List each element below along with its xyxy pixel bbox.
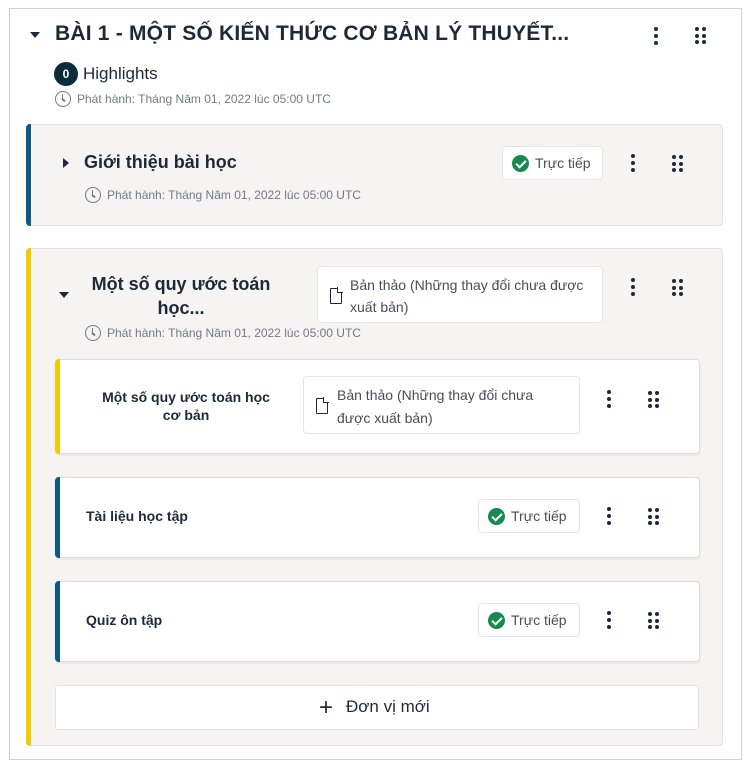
check-circle-icon — [512, 155, 529, 172]
section-more-icon[interactable] — [654, 27, 658, 45]
expand-caret-icon[interactable] — [63, 158, 69, 168]
new-unit-button[interactable]: + Đơn vị mới — [55, 685, 699, 730]
new-unit-label: Đơn vị mới — [346, 697, 430, 716]
draft-status-badge: Bản thảo (Những thay đổi chưa được xuất … — [317, 266, 603, 323]
status-label: Trực tiếp — [535, 155, 591, 171]
unit-card: Một số quy ước toán học cơ bản Bản thảo … — [55, 359, 700, 454]
section-published-date: Phát hành: Tháng Năm 01, 2022 lúc 05:00 … — [77, 92, 331, 106]
unit-title[interactable]: Quiz ôn tập — [86, 612, 162, 628]
subsection-more-icon[interactable] — [631, 154, 635, 172]
live-status-badge: Trực tiếp — [478, 603, 580, 637]
unit-title[interactable]: Tài liệu học tập — [86, 508, 188, 524]
unit-title[interactable]: Một số quy ước toán học cơ bản — [84, 388, 288, 424]
collapse-caret-icon[interactable] — [30, 32, 40, 38]
subsection-drag-handle-icon[interactable] — [672, 279, 683, 296]
section-header: BÀI 1 - MỘT SỐ KIẾN THỨC CƠ BẢN LÝ THUYẾ… — [10, 9, 741, 119]
draft-status-bar — [26, 248, 31, 746]
check-circle-icon — [488, 508, 505, 525]
subsection-card: Một số quy ước toán học... Bản thảo (Nhữ… — [26, 248, 723, 746]
document-icon — [316, 397, 329, 414]
subsection-drag-handle-icon[interactable] — [672, 155, 683, 172]
highlights-count-badge[interactable]: 0 — [54, 62, 78, 86]
clock-icon — [85, 187, 101, 203]
draft-status-badge: Bản thảo (Những thay đổi chưa được xuất … — [303, 376, 580, 434]
clock-icon — [55, 91, 71, 107]
unit-more-icon[interactable] — [607, 611, 611, 629]
live-status-badge: Trực tiếp — [478, 499, 580, 533]
live-status-bar — [55, 581, 60, 662]
plus-icon: + — [319, 694, 334, 721]
clock-icon — [85, 325, 101, 341]
subsection-more-icon[interactable] — [631, 278, 635, 296]
subsection-card: Giới thiệu bài học Trực tiếp Phát hành: … — [26, 124, 723, 226]
document-icon — [330, 287, 343, 304]
unit-drag-handle-icon[interactable] — [648, 391, 659, 408]
subsection-published-date: Phát hành: Tháng Năm 01, 2022 lúc 05:00 … — [107, 188, 361, 202]
unit-drag-handle-icon[interactable] — [648, 612, 659, 629]
subsection-title[interactable]: Giới thiệu bài học — [84, 152, 237, 173]
subsection-published-date: Phát hành: Tháng Năm 01, 2022 lúc 05:00 … — [107, 326, 361, 340]
subsection-title[interactable]: Một số quy ước toán học... — [81, 272, 281, 320]
live-status-bar — [55, 477, 60, 558]
check-circle-icon — [488, 612, 505, 629]
status-label: Bản thảo (Những thay đổi chưa được xuất … — [337, 387, 534, 426]
course-outline-panel: BÀI 1 - MỘT SỐ KIẾN THỨC CƠ BẢN LÝ THUYẾ… — [9, 8, 742, 760]
draft-status-bar — [55, 359, 60, 454]
section-drag-handle-icon[interactable] — [695, 27, 706, 44]
unit-drag-handle-icon[interactable] — [648, 508, 659, 525]
status-label: Bản thảo (Những thay đổi chưa được xuất … — [350, 277, 584, 315]
unit-card: Tài liệu học tập Trực tiếp — [55, 477, 700, 558]
unit-more-icon[interactable] — [607, 390, 611, 408]
unit-more-icon[interactable] — [607, 507, 611, 525]
section-title[interactable]: BÀI 1 - MỘT SỐ KIẾN THỨC CƠ BẢN LÝ THUYẾ… — [55, 22, 569, 46]
live-status-badge: Trực tiếp — [502, 146, 603, 180]
collapse-caret-icon[interactable] — [59, 292, 69, 298]
highlights-label[interactable]: Highlights — [83, 62, 158, 86]
unit-card: Quiz ôn tập Trực tiếp — [55, 581, 700, 662]
status-label: Trực tiếp — [511, 612, 567, 628]
status-label: Trực tiếp — [511, 508, 567, 524]
live-status-bar — [26, 124, 31, 226]
